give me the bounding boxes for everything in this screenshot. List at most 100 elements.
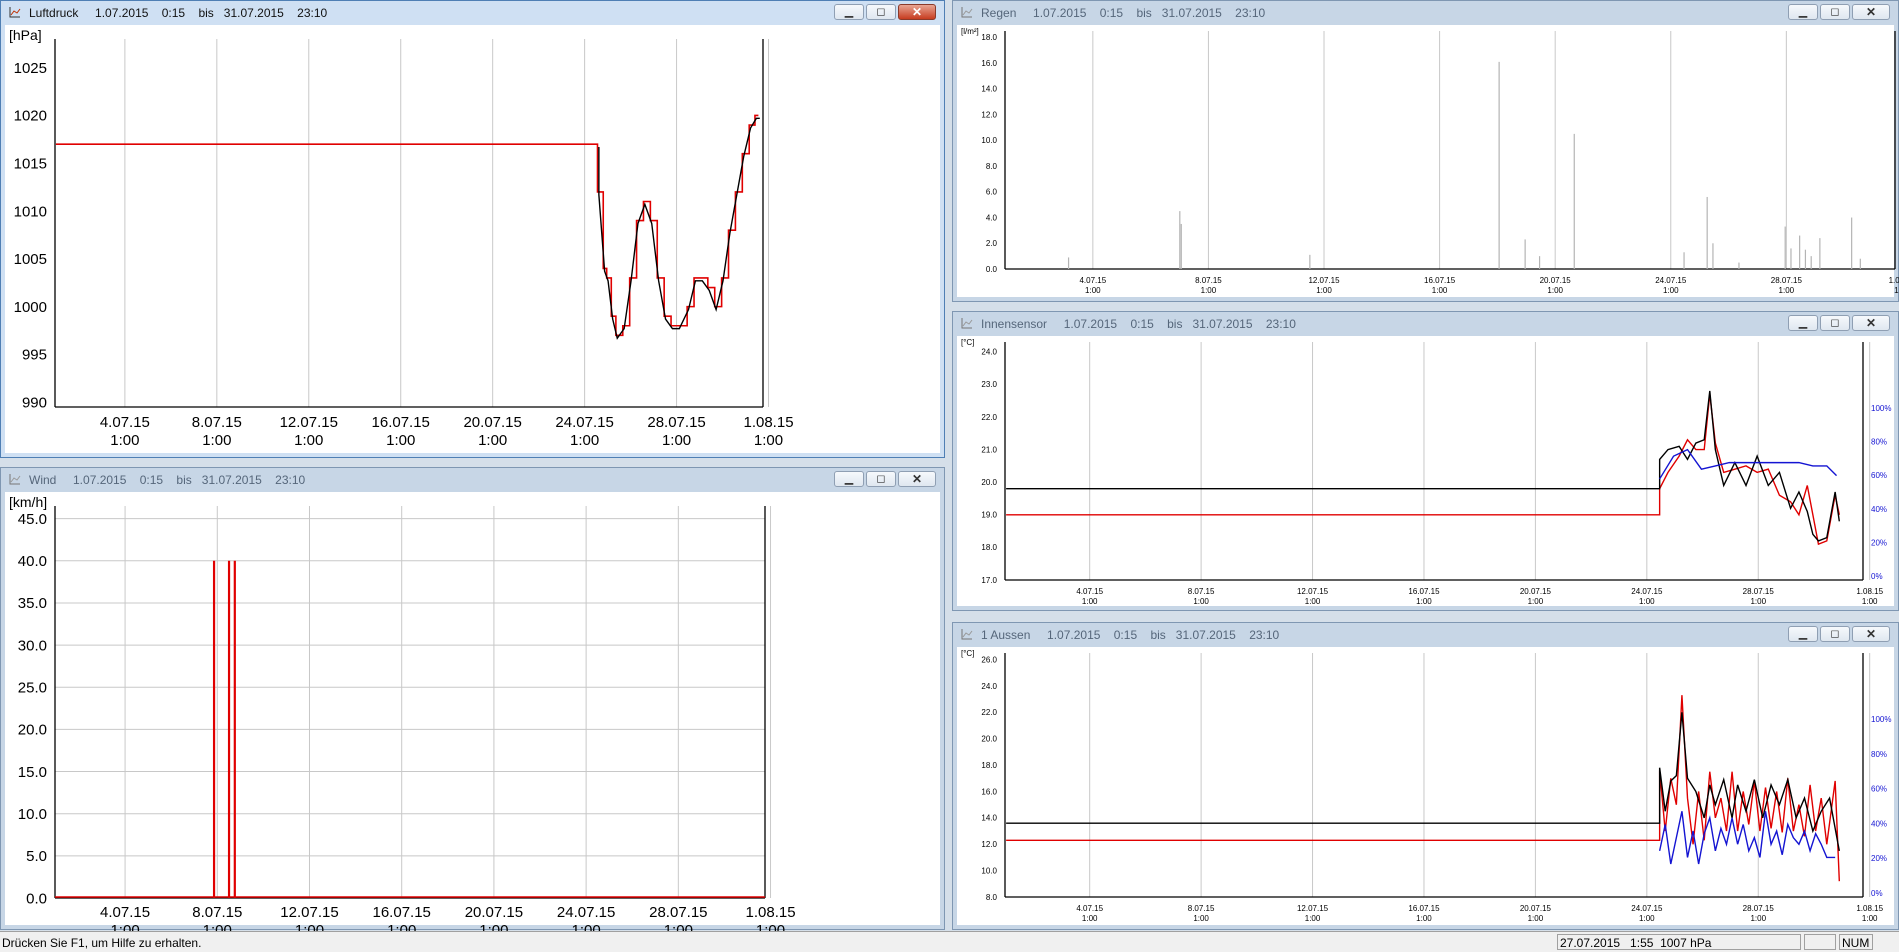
x-tick-label: 1:00 [1547,286,1563,295]
x-tick-label: 28.07.15 [649,904,707,921]
y-tick-label: 18.0 [981,761,997,770]
innensensor-chart-area[interactable]: 4.07.15 1:00 8.07.15 1:00 12.07.15 1:00 16.07.… [957,336,1894,606]
x-tick-label: 8.07.15 [192,414,242,431]
x-tick-label: 12.07.15 [1297,587,1329,596]
close-button[interactable]: ✕ [898,4,936,20]
humidity-tick-label: 80% [1871,750,1887,759]
x-tick-label: 1:00 [1416,597,1432,606]
regen-titlebar[interactable]: Regen 1.07.2015 0:15 bis 31.07.2015 23:1… [953,1,1898,25]
maximize-button[interactable]: ◻ [1820,315,1850,331]
wind-window[interactable]: Wind 1.07.2015 0:15 bis 31.07.2015 23:10… [0,467,945,939]
humidity-tick-label: 80% [1871,438,1887,447]
close-icon: ✕ [1865,5,1877,19]
x-tick-label: 1:00 [1316,286,1332,295]
x-tick-label: 12.07.15 [1297,904,1329,913]
minimize-button[interactable]: ▁ [1788,626,1818,642]
luftdruck-window[interactable]: Luftdruck 1.07.2015 0:15 bis 31.07.2015 … [0,0,945,458]
maximize-icon: ◻ [1830,5,1840,18]
maximize-button[interactable]: ◻ [1820,626,1850,642]
x-tick-label: 1:00 [1639,914,1655,923]
y-tick-label: 1020 [14,108,47,125]
wind-titlebar[interactable]: Wind 1.07.2015 0:15 bis 31.07.2015 23:10… [1,468,944,492]
x-tick-label: 1:00 [1862,914,1878,923]
y-tick-label: 22.0 [981,413,997,422]
luftdruck-chart: 4.07.151:008.07.151:0012.07.151:0016.07.… [9,27,794,449]
close-button[interactable]: ✕ [898,471,936,487]
x-tick-label: 1.08.15 [1856,587,1883,596]
y-tick-label: 2.0 [986,239,998,248]
num-lock-indicator: NUM [1839,934,1873,950]
minimize-button[interactable]: ▁ [1788,4,1818,20]
humidity-tick-label: 60% [1871,471,1887,480]
maximize-button[interactable]: ◻ [1820,4,1850,20]
x-tick-label: 28.07.15 [1743,587,1775,596]
x-tick-label: 20.07.15 [463,414,521,431]
status-help-text: Drücken Sie F1, um Hilfe zu erhalten. [2,936,202,950]
maximize-button[interactable]: ◻ [866,471,896,487]
status-extra-panel [1804,934,1836,950]
regen-chart: 4.07.151:008.07.151:0012.07.151:0016.07.… [961,27,1899,295]
x-tick-label: 1:00 [1082,597,1098,606]
minimize-icon: ▁ [844,472,854,485]
close-icon: ✕ [1865,627,1877,641]
close-button[interactable]: ✕ [1852,626,1890,642]
y-tick-label: 15.0 [18,764,47,781]
y-tick-label: 17.0 [981,576,997,585]
maximize-icon: ◻ [876,5,886,18]
y-tick-label: 22.0 [981,708,997,717]
regen-window[interactable]: Regen 1.07.2015 0:15 bis 31.07.2015 23:1… [952,0,1899,302]
x-tick-label: 1:00 [1416,914,1432,923]
luftdruck-titlebar[interactable]: Luftdruck 1.07.2015 0:15 bis 31.07.2015 … [1,1,944,25]
aussen-chart-area[interactable]: 4.07.15 1:00 8.07.15 1:00 12.07.15 1:00 16.07.… [957,647,1894,925]
aussen-chart: 4.07.151:008.07.151:0012.07.151:0016.07.… [961,649,1891,923]
minimize-button[interactable]: ▁ [1788,315,1818,331]
x-tick-label: 24.07.15 [557,904,615,921]
x-tick-label: 1.08.15 [1856,904,1883,913]
y-tick-label: 25.0 [18,679,47,696]
x-tick-label: 1:00 [202,432,231,449]
aussen-titlebar[interactable]: 1 Aussen 1.07.2015 0:15 bis 31.07.2015 2… [953,623,1898,647]
maximize-button[interactable]: ◻ [866,4,896,20]
minimize-icon: ▁ [1798,5,1808,18]
regen-chart-area[interactable]: 4.07.15 1:00 8.07.15 1:00 12.07.15 1:00 16.07.… [957,25,1899,297]
x-tick-label: 8.07.15 [192,904,242,921]
innensensor-titlebar[interactable]: Innensensor 1.07.2015 0:15 bis 31.07.201… [953,312,1898,336]
x-tick-label: 28.07.15 [1743,904,1775,913]
x-tick-label: 1:00 [1528,597,1544,606]
humidity-tick-label: 0% [1871,572,1883,581]
x-tick-label: 4.07.15 [100,414,150,431]
humidity-tick-label: 60% [1871,785,1887,794]
maximize-icon: ◻ [1830,627,1840,640]
y-tick-label: 1010 [14,203,47,220]
aussen-window[interactable]: 1 Aussen 1.07.2015 0:15 bis 31.07.2015 2… [952,622,1899,930]
y-tick-label: 14.0 [981,814,997,823]
y-tick-label: 1025 [14,60,47,77]
innensensor-window[interactable]: Innensensor 1.07.2015 0:15 bis 31.07.201… [952,311,1899,611]
minimize-button[interactable]: ▁ [834,471,864,487]
close-button[interactable]: ✕ [1852,4,1890,20]
x-tick-label: 20.07.15 [465,904,523,921]
x-tick-label: 20.07.15 [1520,587,1552,596]
close-button[interactable]: ✕ [1852,315,1890,331]
humidity-series [1659,448,1838,480]
x-tick-label: 1:00 [1750,914,1766,923]
x-tick-label: 8.07.15 [1195,276,1222,285]
y-tick-label: 1000 [14,299,47,316]
y-tick-label: 10.0 [981,866,997,875]
x-tick-label: 1:00 [662,432,691,449]
y-axis-unit: [km/h] [9,494,47,510]
window-title: Luftdruck 1.07.2015 0:15 bis 31.07.2015 … [29,6,328,20]
x-tick-label: 16.07.15 [1424,276,1456,285]
luftdruck-chart-area[interactable]: 4.07.15 1:00 8.07.15 1:00 12.07.15 1:00 16.07.… [5,25,940,453]
minimize-button[interactable]: ▁ [834,4,864,20]
x-tick-label: 24.07.15 [1631,904,1663,913]
y-tick-label: 8.0 [986,893,998,902]
y-tick-label: 0.0 [986,265,998,274]
x-tick-label: 1:00 [110,432,139,449]
y-tick-label: 35.0 [18,595,47,612]
wind-chart-area[interactable]: 4.07.151:008.07.151:0012.07.151:0016.07.… [5,492,940,939]
y-tick-label: 24.0 [981,348,997,357]
y-tick-label: 18.0 [981,33,997,42]
x-tick-label: 16.07.15 [1408,587,1440,596]
maximize-icon: ◻ [876,472,886,485]
